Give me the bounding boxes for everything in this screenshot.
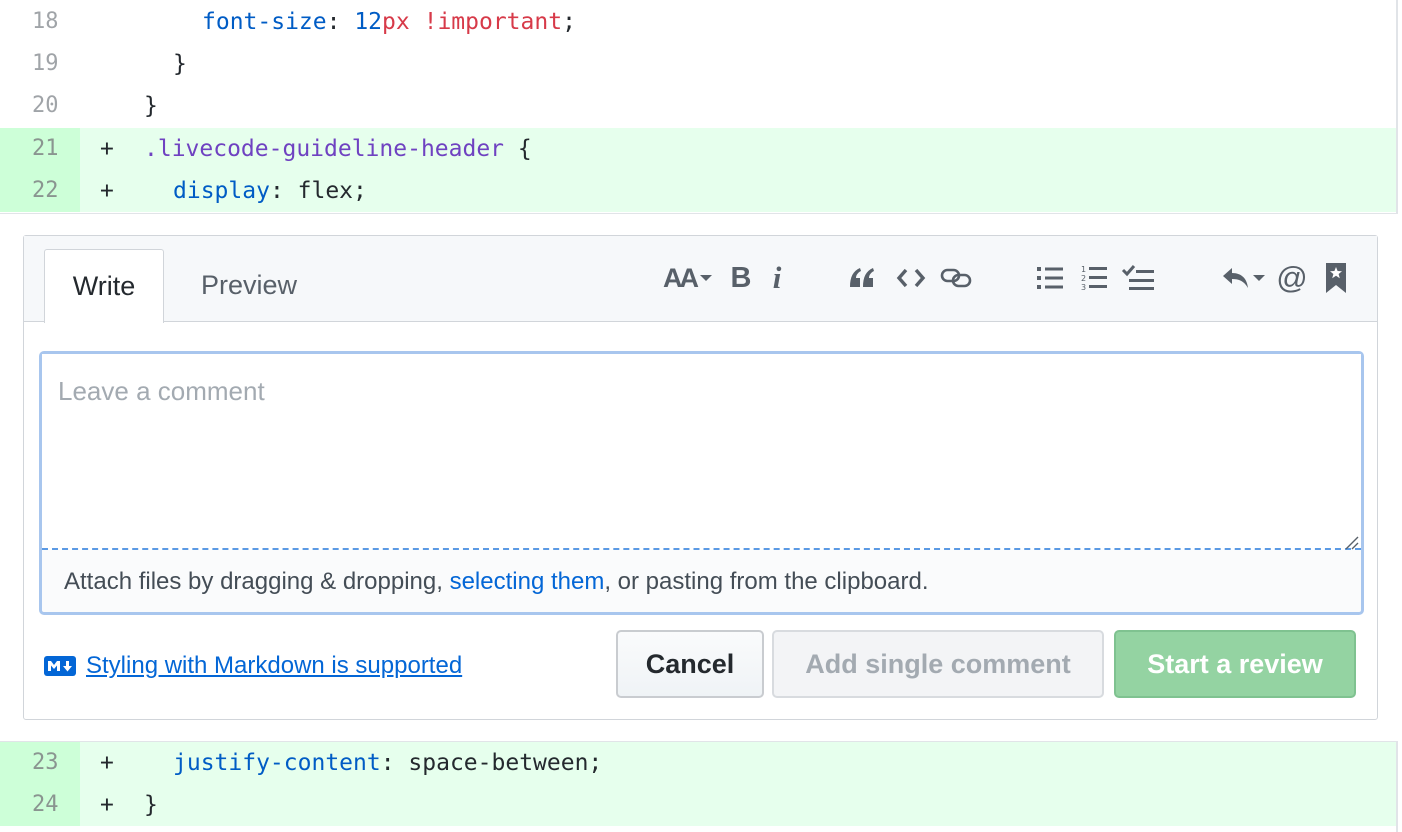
saved-replies-button[interactable] — [1220, 258, 1266, 298]
code-token: : space-between; — [380, 750, 603, 776]
italic-button[interactable]: i — [764, 258, 790, 298]
code-token: !important — [423, 9, 563, 35]
line-number[interactable]: 18 — [0, 1, 80, 43]
text-size-icon: AA — [663, 262, 699, 294]
text-size-button[interactable]: AA — [658, 258, 718, 298]
reply-icon — [1222, 268, 1248, 288]
inline-comment-form: Write Preview AA B i 1 2 3 @ Leave a com… — [23, 235, 1378, 720]
add-single-comment-button[interactable]: Add single comment — [772, 630, 1104, 698]
code-token: : — [326, 9, 355, 35]
diff-line: 23 + justify-content: space-between; — [0, 742, 1396, 784]
code-token: { — [504, 136, 532, 162]
code-token: ; — [562, 9, 576, 35]
code-token: display — [173, 178, 270, 204]
bookmark-icon — [1326, 263, 1346, 293]
code-text: } — [144, 784, 158, 826]
code-token: 12 — [354, 9, 383, 35]
diff-sign: + — [100, 750, 114, 776]
task-list-icon — [1121, 265, 1154, 290]
svg-text:2: 2 — [1081, 274, 1086, 283]
diff-sign: + — [100, 136, 114, 162]
code-token: : flex; — [269, 178, 367, 204]
attach-text-after: , or pasting from the clipboard. — [604, 568, 929, 595]
line-number[interactable]: 19 — [0, 43, 80, 85]
quote-icon — [850, 268, 874, 287]
comment-tabbar: Write Preview AA B i 1 2 3 @ — [24, 236, 1377, 323]
numbered-list-icon: 1 2 3 — [1081, 265, 1107, 292]
code-text: .livecode-guideline-header { — [144, 128, 532, 170]
code-text: font-size: 12px !important; — [202, 1, 576, 43]
numbered-list-button[interactable]: 1 2 3 — [1078, 258, 1110, 298]
comment-input-wrap: Attach files by dragging & dropping, sel… — [39, 351, 1364, 615]
diff-line: 19} — [0, 43, 1396, 85]
chevron-down-icon — [700, 275, 712, 281]
diff-sign: + — [100, 792, 114, 818]
bold-icon: B — [730, 261, 752, 294]
code-token: } — [173, 51, 187, 77]
code-text: } — [173, 43, 187, 85]
select-files-link[interactable]: selecting them — [450, 568, 605, 595]
diff-line: 24 +} — [0, 784, 1396, 826]
code-icon — [896, 268, 926, 288]
code-token: } — [144, 93, 158, 119]
bulleted-list-icon — [1037, 267, 1063, 289]
bold-button[interactable]: B — [726, 258, 756, 298]
link-button[interactable] — [938, 258, 974, 298]
diff-view-top: 18 font-size: 12px !important; 19} 20} 21 + .l… — [0, 0, 1398, 214]
code-text: justify-content: space-between; — [173, 742, 602, 784]
line-number[interactable]: 22 — [0, 170, 80, 212]
tab-preview[interactable]: Preview — [184, 249, 314, 322]
code-token: font-size — [202, 9, 327, 35]
code-text: } — [144, 85, 158, 127]
line-number[interactable]: 21 — [0, 128, 80, 170]
diff-view-bottom: 23 + justify-content: space-between; 24 +} — [0, 741, 1398, 832]
cancel-button[interactable]: Cancel — [616, 630, 764, 698]
markdown-help-link[interactable]: Styling with Markdown is supported — [44, 652, 462, 680]
mention-icon: @ — [1276, 260, 1308, 295]
diff-line: 20} — [0, 85, 1396, 127]
code-token: .livecode-guideline-header — [144, 136, 505, 162]
code-token: px — [382, 9, 410, 35]
reference-button[interactable] — [1322, 258, 1350, 298]
bulleted-list-button[interactable] — [1034, 258, 1066, 298]
code-text: display: flex; — [173, 170, 367, 212]
svg-text:1: 1 — [1081, 265, 1086, 274]
svg-text:3: 3 — [1081, 283, 1086, 292]
chevron-down-icon — [1252, 275, 1265, 281]
diff-line: 22 + display: flex; — [0, 170, 1396, 212]
attach-text-before: Attach files by dragging & dropping, — [64, 568, 450, 595]
code-token: justify-content — [173, 750, 381, 776]
task-list-button[interactable] — [1120, 258, 1156, 298]
resize-handle-icon[interactable] — [1343, 534, 1359, 550]
link-icon — [940, 268, 972, 288]
text-size-label: AA — [663, 262, 699, 293]
comment-textarea[interactable] — [42, 354, 1361, 550]
diff-line: 21 + .livecode-guideline-header { — [0, 128, 1396, 170]
code-token: } — [144, 792, 158, 818]
mention-button[interactable]: @ — [1274, 258, 1310, 298]
start-review-button[interactable]: Start a review — [1114, 630, 1356, 698]
quote-button[interactable] — [846, 258, 878, 298]
italic-icon: i — [772, 260, 782, 295]
line-number[interactable]: 23 — [0, 742, 80, 784]
line-number[interactable]: 24 — [0, 784, 80, 826]
markdown-icon — [44, 656, 76, 676]
markdown-hint-label: Styling with Markdown is supported — [86, 652, 463, 679]
attach-files-hint: Attach files by dragging & dropping, sel… — [64, 568, 929, 596]
diff-line: 18 font-size: 12px !important; — [0, 1, 1396, 43]
line-number[interactable]: 20 — [0, 85, 80, 127]
tab-write[interactable]: Write — [44, 249, 164, 323]
code-button[interactable] — [894, 258, 928, 298]
diff-sign: + — [100, 178, 114, 204]
